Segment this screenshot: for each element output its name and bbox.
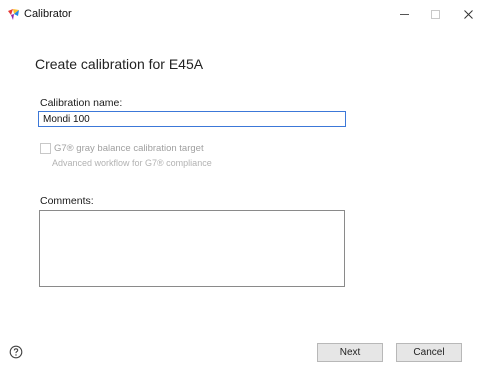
- help-icon[interactable]: [9, 345, 23, 359]
- cancel-button[interactable]: Cancel: [396, 343, 462, 362]
- g7-checkbox[interactable]: [40, 143, 51, 154]
- dialog-heading: Create calibration for E45A: [35, 56, 204, 72]
- minimize-icon: [399, 13, 409, 15]
- comments-label: Comments:: [40, 195, 94, 207]
- window-title: Calibrator: [24, 8, 72, 20]
- close-icon: [463, 9, 473, 19]
- minimize-button[interactable]: [394, 6, 414, 22]
- palette-icon: [7, 8, 20, 21]
- g7-checkbox-sublabel: Advanced workflow for G7® compliance: [52, 158, 212, 168]
- maximize-icon: [430, 9, 440, 19]
- title-bar[interactable]: Calibrator: [0, 0, 478, 28]
- comments-textarea[interactable]: [39, 210, 345, 287]
- g7-checkbox-label: G7® gray balance calibration target: [54, 143, 204, 154]
- maximize-button[interactable]: [425, 6, 445, 22]
- calibration-name-label: Calibration name:: [40, 97, 123, 109]
- close-button[interactable]: [458, 6, 478, 22]
- calibrator-window: Calibrator Create calibration for E45A C…: [0, 0, 478, 368]
- next-button[interactable]: Next: [317, 343, 383, 362]
- calibration-name-input[interactable]: [38, 111, 346, 127]
